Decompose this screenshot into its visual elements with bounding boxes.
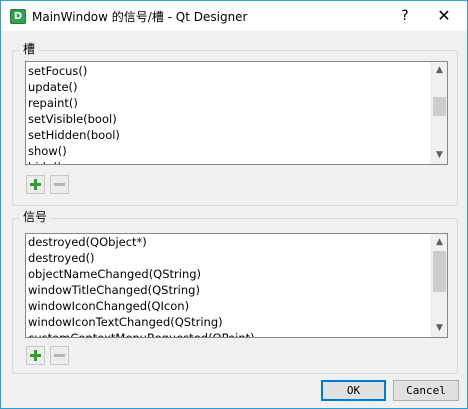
signals-scrollbar[interactable]: ▲ ▼: [430, 234, 447, 337]
minus-icon: [54, 183, 65, 186]
add-signal-button[interactable]: [26, 346, 45, 365]
signals-list-items: destroyed(QObject*) destroyed() objectName…: [26, 234, 432, 337]
signals-list[interactable]: destroyed(QObject*) destroyed() objectName…: [25, 233, 448, 338]
remove-signal-button[interactable]: [50, 346, 69, 365]
list-item[interactable]: windowTitleChanged(QString): [26, 283, 432, 299]
list-item[interactable]: setVisible(bool): [26, 112, 432, 128]
window-title: MainWindow 的信号/槽 - Qt Designer: [32, 10, 248, 24]
list-item[interactable]: destroyed(QObject*): [26, 235, 432, 251]
slots-list[interactable]: setFocus() update() repaint() setVisible(bo…: [25, 61, 448, 165]
qt-designer-app-icon: D: [10, 9, 26, 24]
slots-scrollbar[interactable]: ▲ ▼: [430, 62, 447, 164]
slots-list-items: setFocus() update() repaint() setVisible(bo…: [26, 62, 432, 164]
list-item[interactable]: customContextMenuRequested(QPoint): [26, 331, 432, 337]
help-button[interactable]: ?: [393, 5, 417, 27]
chevron-down-icon[interactable]: ▼: [431, 147, 447, 164]
remove-slot-button[interactable]: [50, 175, 69, 194]
signals-scroll-thumb[interactable]: [433, 251, 446, 292]
signals-group: 信号 destroyed(QObject*) destroyed() objectN…: [12, 210, 458, 374]
close-button[interactable]: ✕: [429, 5, 459, 27]
minus-icon: [54, 354, 65, 357]
chevron-down-icon[interactable]: ▼: [431, 320, 447, 337]
list-item[interactable]: show(): [26, 144, 432, 160]
list-item[interactable]: windowIconChanged(QIcon): [26, 299, 432, 315]
add-slot-button[interactable]: [26, 175, 45, 194]
list-item[interactable]: update(): [26, 80, 432, 96]
slots-group: 槽 setFocus() update() repaint() setVisible(…: [12, 42, 458, 206]
chevron-up-icon[interactable]: ▲: [431, 234, 447, 251]
list-item[interactable]: hide(): [26, 160, 432, 164]
cancel-button[interactable]: Cancel: [393, 380, 459, 401]
signals-group-title: 信号: [20, 210, 51, 224]
list-item[interactable]: repaint(): [26, 96, 432, 112]
ok-button[interactable]: OK: [321, 380, 386, 401]
slots-scroll-thumb[interactable]: [433, 97, 446, 116]
list-item[interactable]: setFocus(): [26, 64, 432, 80]
chevron-up-icon[interactable]: ▲: [431, 62, 447, 79]
list-item[interactable]: windowIconTextChanged(QString): [26, 315, 432, 331]
dialog-window: D MainWindow 的信号/槽 - Qt Designer ? ✕ 槽 s…: [0, 0, 468, 409]
list-item[interactable]: destroyed(): [26, 251, 432, 267]
slots-group-title: 槽: [20, 42, 39, 56]
list-item[interactable]: setHidden(bool): [26, 128, 432, 144]
list-item[interactable]: objectNameChanged(QString): [26, 267, 432, 283]
title-bar[interactable]: D MainWindow 的信号/槽 - Qt Designer ? ✕: [1, 1, 467, 31]
